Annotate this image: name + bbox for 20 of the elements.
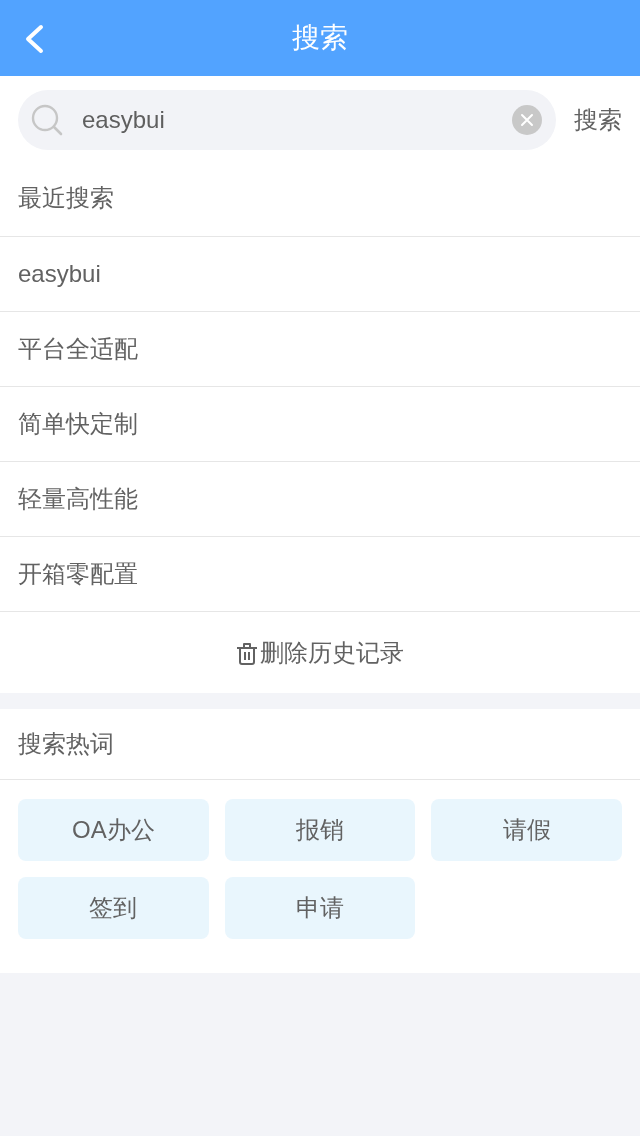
search-button[interactable]: 搜索 (574, 104, 622, 136)
search-field[interactable]: easybui (18, 90, 556, 150)
clear-history-button[interactable]: 删除历史记录 (236, 636, 404, 669)
search-icon (31, 104, 63, 136)
keyword-tag[interactable]: 报销 (224, 799, 416, 861)
history-item[interactable]: 开箱零配置 (0, 537, 640, 612)
keyword-tag[interactable]: OA办公 (18, 799, 209, 861)
history-item[interactable]: 轻量高性能 (0, 462, 640, 537)
keyword-tag[interactable]: 签到 (18, 877, 209, 939)
section-title: 最近搜索 (0, 160, 640, 237)
keyword-tag[interactable]: 申请 (224, 877, 416, 939)
history-item[interactable]: easybui (0, 237, 640, 312)
history-item[interactable]: 简单快定制 (0, 387, 640, 462)
trash-icon (236, 640, 258, 665)
section-title: 搜索热词 (0, 709, 640, 780)
page-title: 搜索 (292, 21, 348, 55)
keyword-tag[interactable]: 请假 (431, 799, 622, 861)
history-item[interactable]: 平台全适配 (0, 312, 640, 387)
clear-icon[interactable] (512, 105, 542, 135)
search-input[interactable]: easybui (82, 106, 504, 134)
